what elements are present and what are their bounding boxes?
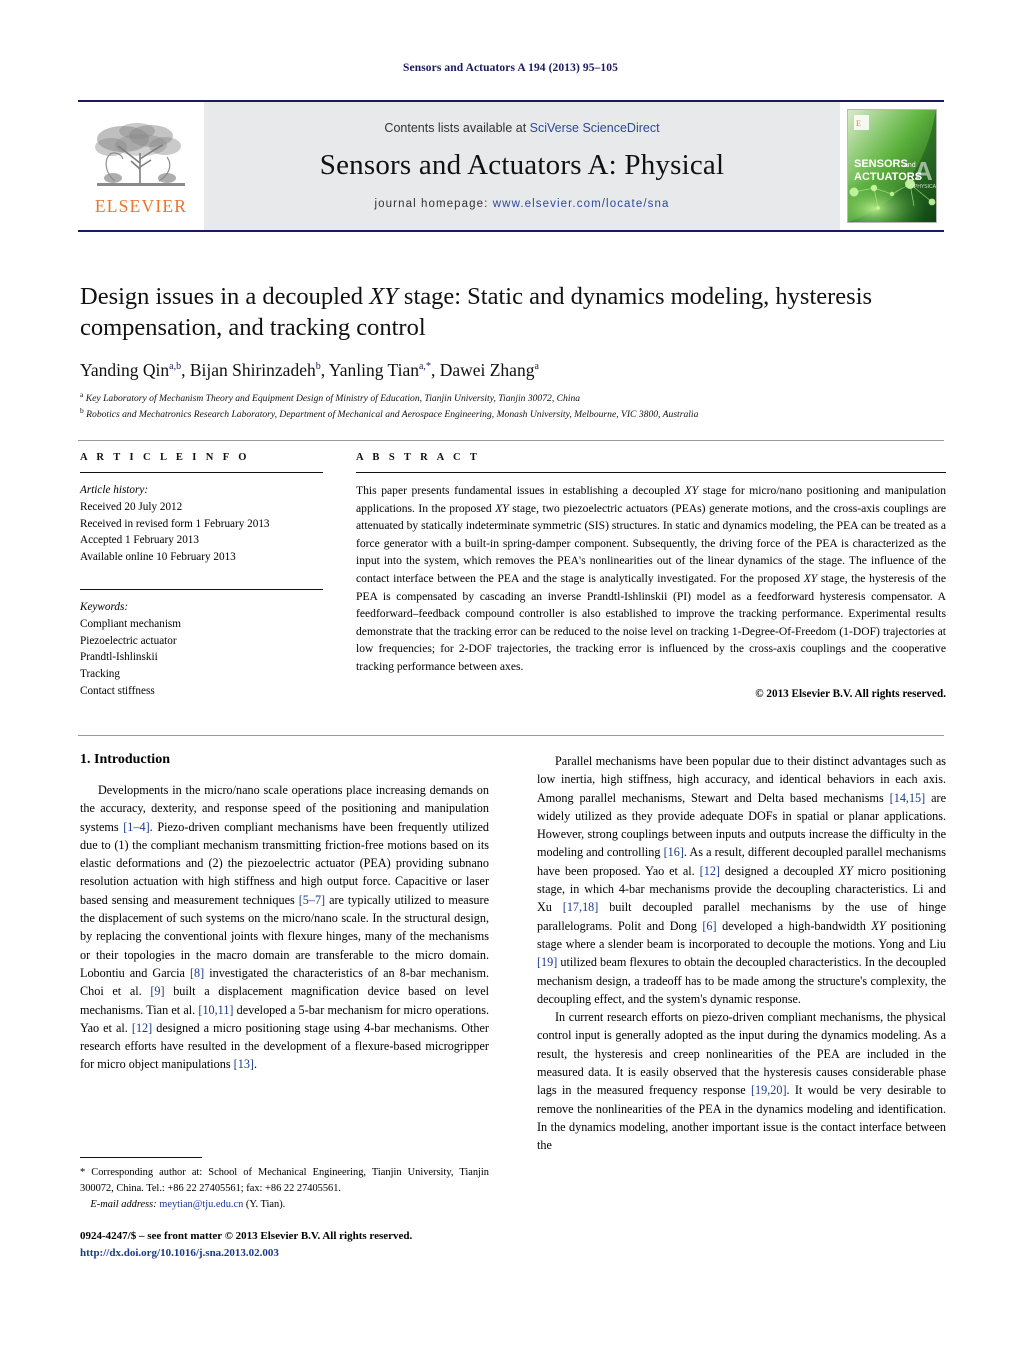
article-info-column: A R T I C L E I N F O Article history: R… <box>80 452 323 700</box>
title-block: Design issues in a decoupled XY stage: S… <box>80 282 946 422</box>
keywords-rule <box>80 588 323 590</box>
footnote-corresponding-line: * Corresponding author at: School of Mec… <box>80 1167 489 1194</box>
homepage-url-link[interactable]: www.elsevier.com/locate/sna <box>493 198 670 210</box>
article-history-item: Received in revised form 1 February 2013 <box>80 517 270 530</box>
contents-prefix: Contents lists available at <box>384 120 530 135</box>
keywords-block: Keywords: Compliant mechanism Piezoelect… <box>80 588 323 700</box>
paper-page: Sensors and Actuators A 194 (2013) 95–10… <box>0 0 1021 1351</box>
article-history-item: Received 20 July 2012 <box>80 500 183 513</box>
sciencedirect-link[interactable]: SciVerse ScienceDirect <box>530 121 660 135</box>
affiliation-text-b: Robotics and Mechatronics Research Labor… <box>86 409 699 420</box>
article-info-rule <box>80 472 323 473</box>
cover-sensors-text: SENSORS <box>854 158 908 170</box>
doi-link[interactable]: http://dx.doi.org/10.1016/j.sna.2013.02.… <box>80 1245 580 1262</box>
article-info-heading: A R T I C L E I N F O <box>80 452 250 463</box>
keyword-item: Piezoelectric actuator <box>80 634 177 647</box>
journal-homepage-line: journal homepage: www.elsevier.com/locat… <box>375 198 670 210</box>
abstract-copyright: © 2013 Elsevier B.V. All rights reserved… <box>755 687 946 700</box>
footnote-email-link[interactable]: meytian@tju.edu.cn <box>159 1199 243 1210</box>
cover-physical-text: PHYSICAL <box>914 184 937 190</box>
page-title: Design issues in a decoupled XY stage: S… <box>80 283 873 341</box>
body-columns: 1. Introduction Developments in the micr… <box>80 752 946 1155</box>
journal-title: Sensors and Actuators A: Physical <box>319 148 725 181</box>
info-abstract-region: A R T I C L E I N F O Article history: R… <box>80 452 946 700</box>
affiliation-b: b Robotics and Mechatronics Research Lab… <box>80 406 946 422</box>
article-history-label: Article history: <box>80 484 149 496</box>
article-history-item: Accepted 1 February 2013 <box>80 534 199 547</box>
footnote-email-label: E-mail address: <box>90 1198 157 1210</box>
svg-text:E: E <box>856 119 861 128</box>
footnote-text: * Corresponding author at: School of Mec… <box>80 1165 489 1212</box>
body-paragraph: Developments in the micro/nano scale ope… <box>80 783 489 1072</box>
affiliation-mark-a: a <box>80 389 84 399</box>
cover-actuators-text: ACTUATORS <box>854 171 922 183</box>
issn-copyright-line: 0924-4247/$ – see front matter © 2013 El… <box>80 1230 413 1242</box>
abstract-rule <box>356 472 946 473</box>
journal-cover-image: E SENSORS and ACTUATORS A PHYSICAL <box>847 109 937 223</box>
keyword-item: Tracking <box>80 668 120 681</box>
divider-above-abstract <box>78 440 944 441</box>
keyword-item: Contact stiffness <box>80 684 155 697</box>
keywords-label: Keywords: <box>80 600 129 613</box>
abstract-column: A B S T R A C T This paper presents fund… <box>323 452 946 700</box>
keyword-item: Prandtl-Ishlinskii <box>80 651 158 664</box>
journal-masthead: ELSEVIER Contents lists available at Sci… <box>78 100 944 232</box>
affiliation-a: a Key Laboratory of Mechanism Theory and… <box>80 390 946 406</box>
elsevier-tree-icon <box>95 123 185 186</box>
affiliation-mark-b: b <box>80 405 84 415</box>
abstract-heading: A B S T R A C T <box>356 452 481 463</box>
author-list: Yanding Qina,b, Bijan Shirinzadehb, Yanl… <box>80 359 539 380</box>
corresponding-author-footnote: * Corresponding author at: School of Mec… <box>80 1157 489 1212</box>
bottom-matter: 0924-4247/$ – see front matter © 2013 El… <box>80 1228 580 1261</box>
homepage-label: journal homepage: <box>374 197 489 210</box>
footnote-email-owner: (Y. Tian). <box>245 1198 286 1210</box>
body-paragraph: In current research efforts on piezo-dri… <box>537 1010 946 1153</box>
journal-band: Contents lists available at SciVerse Sci… <box>204 102 840 230</box>
footnote-rule <box>80 1157 202 1158</box>
cover-letter-a: A <box>914 156 933 186</box>
elsevier-wordmark: ELSEVIER <box>94 196 188 216</box>
keyword-item: Compliant mechanism <box>80 617 181 630</box>
journal-cover-thumbnail: E SENSORS and ACTUATORS A PHYSICAL <box>840 102 944 230</box>
running-head: Sensors and Actuators A 194 (2013) 95–10… <box>403 62 618 74</box>
contents-available-line: Contents lists available at SciVerse Sci… <box>384 121 659 135</box>
elsevier-logo: ELSEVIER <box>78 102 204 230</box>
section-heading-introduction: 1. Introduction <box>80 752 170 767</box>
abstract-text: This paper presents fundamental issues i… <box>356 484 946 674</box>
affiliation-text-a: Key Laboratory of Mechanism Theory and E… <box>85 392 581 404</box>
divider-below-abstract <box>78 735 944 736</box>
body-paragraph: Parallel mechanisms have been popular du… <box>537 754 946 1006</box>
body-column-right: Parallel mechanisms have been popular du… <box>537 752 946 1155</box>
article-history-item: Available online 10 February 2013 <box>80 551 236 564</box>
body-column-left: 1. Introduction Developments in the micr… <box>80 752 489 1155</box>
